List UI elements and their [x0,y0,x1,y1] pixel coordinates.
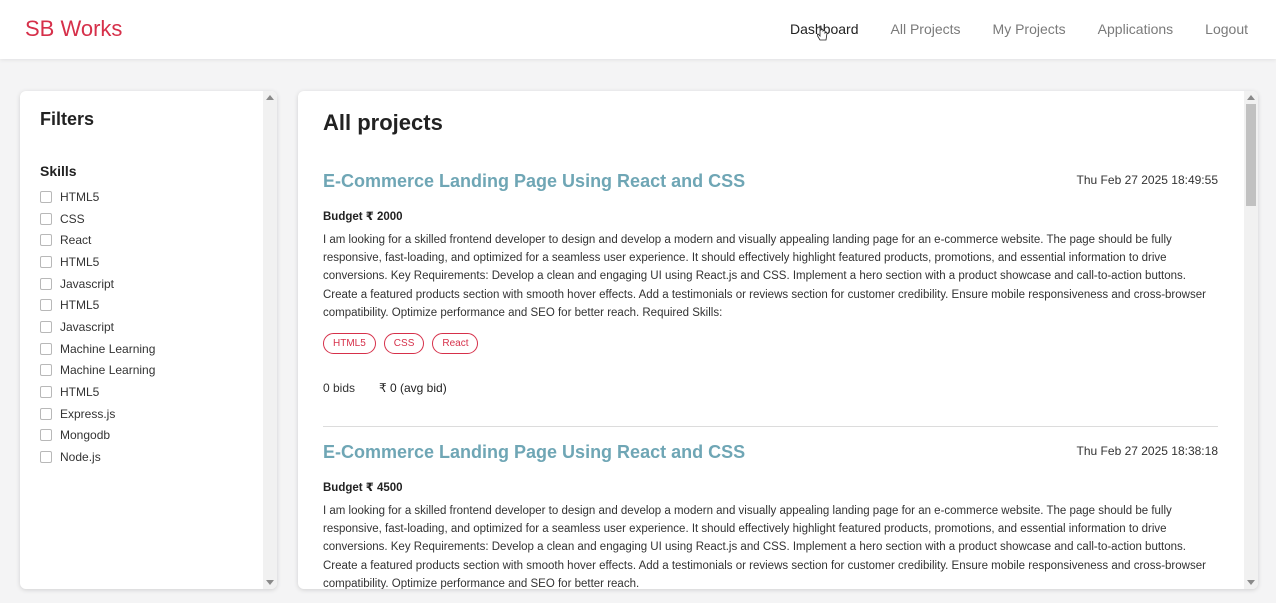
project-divider [323,426,1218,427]
skill-label: Javascript [60,276,115,291]
project-title[interactable]: E-Commerce Landing Page Using React and … [323,171,745,192]
skill-filter-item[interactable]: CSS [40,208,155,230]
skill-checkbox[interactable] [40,407,52,420]
skill-filter-list: HTML5 CSS React HTML5 Javascript HTML5 J… [40,186,155,468]
skill-label: Mongodb [60,428,111,443]
skill-filter-item[interactable]: Express.js [40,403,155,425]
mouse-pointer-icon [817,25,828,41]
bid-count: 0 bids [323,381,356,395]
skill-tag: HTML5 [323,333,376,354]
projects-panel: All projects E-Commerce Landing Page Usi… [298,91,1258,589]
skill-checkbox[interactable] [40,320,52,333]
skill-filter-item[interactable]: React [40,229,155,251]
skill-checkbox[interactable] [40,386,52,399]
skill-filter-item[interactable]: Machine Learning [40,338,155,360]
skill-checkbox[interactable] [40,342,52,355]
skill-checkbox[interactable] [40,277,52,290]
nav-logout[interactable]: Logout [1205,21,1248,37]
project-skill-tags: HTML5 CSS React [323,333,486,354]
scroll-down-arrow-icon[interactable] [266,580,274,585]
project-stats: 0 bids ₹ 0 (avg bid) [323,381,447,395]
skill-filter-item[interactable]: HTML5 [40,381,155,403]
project-title[interactable]: E-Commerce Landing Page Using React and … [323,442,745,463]
filters-panel: Filters Skills HTML5 CSS React HTML5 Jav… [20,91,277,589]
avg-bid: ₹ 0 (avg bid) [379,381,447,395]
project-date: Thu Feb 27 2025 18:38:18 [1076,444,1218,458]
skill-checkbox[interactable] [40,190,52,203]
brand-logo[interactable]: SB Works [25,16,122,42]
navbar: SB Works Dashboard All Projects My Proje… [0,0,1276,59]
skill-label: React [60,233,92,248]
skill-label: Machine Learning [60,363,156,378]
skill-label: Node.js [60,450,101,465]
skill-label: Express.js [60,406,116,421]
skill-checkbox[interactable] [40,429,52,442]
skill-filter-item[interactable]: Javascript [40,316,155,338]
scroll-thumb[interactable] [1246,104,1256,206]
nav-my-projects[interactable]: My Projects [993,21,1066,37]
skill-filter-item[interactable]: HTML5 [40,186,155,208]
scroll-up-arrow-icon[interactable] [266,95,274,100]
scroll-up-arrow-icon[interactable] [1247,95,1255,100]
skill-checkbox[interactable] [40,212,52,225]
skill-label: Machine Learning [60,341,156,356]
skill-tag: React [432,333,479,354]
skill-label: CSS [60,211,85,226]
skill-filter-item[interactable]: HTML5 [40,251,155,273]
skill-tag: CSS [383,333,425,354]
skill-checkbox[interactable] [40,364,52,377]
project-date: Thu Feb 27 2025 18:49:55 [1076,173,1218,187]
nav-applications[interactable]: Applications [1098,21,1174,37]
skill-filter-item[interactable]: HTML5 [40,294,155,316]
skill-checkbox[interactable] [40,299,52,312]
projects-scrollbar[interactable] [1244,91,1258,589]
project-budget: Budget ₹ 2000 [323,211,403,223]
project-budget: Budget ₹ 4500 [323,482,403,494]
skill-filter-item[interactable]: Mongodb [40,425,155,447]
nav-links: Dashboard All Projects My Projects Appli… [758,21,1248,37]
skill-checkbox[interactable] [40,255,52,268]
filters-title: Filters [40,109,95,129]
skill-label: HTML5 [60,298,100,313]
project-card: E-Commerce Landing Page Using React and … [323,171,1218,401]
skill-filter-item[interactable]: Node.js [40,446,155,468]
skills-label: Skills [40,163,77,179]
skill-filter-item[interactable]: Javascript [40,273,155,295]
nav-all-projects[interactable]: All Projects [891,21,961,37]
project-description: I am looking for a skilled frontend deve… [323,505,1206,589]
skill-label: HTML5 [60,254,100,269]
skill-label: Javascript [60,319,115,334]
skill-filter-item[interactable]: Machine Learning [40,360,155,382]
skill-checkbox[interactable] [40,451,52,464]
project-description: I am looking for a skilled frontend deve… [323,234,1206,319]
skill-label: HTML5 [60,189,100,204]
project-card: E-Commerce Landing Page Using React and … [323,442,1218,589]
skill-checkbox[interactable] [40,234,52,247]
scroll-down-arrow-icon[interactable] [1247,580,1255,585]
skill-label: HTML5 [60,385,100,400]
page-title: All projects [323,110,443,135]
filters-scrollbar[interactable] [263,91,277,589]
